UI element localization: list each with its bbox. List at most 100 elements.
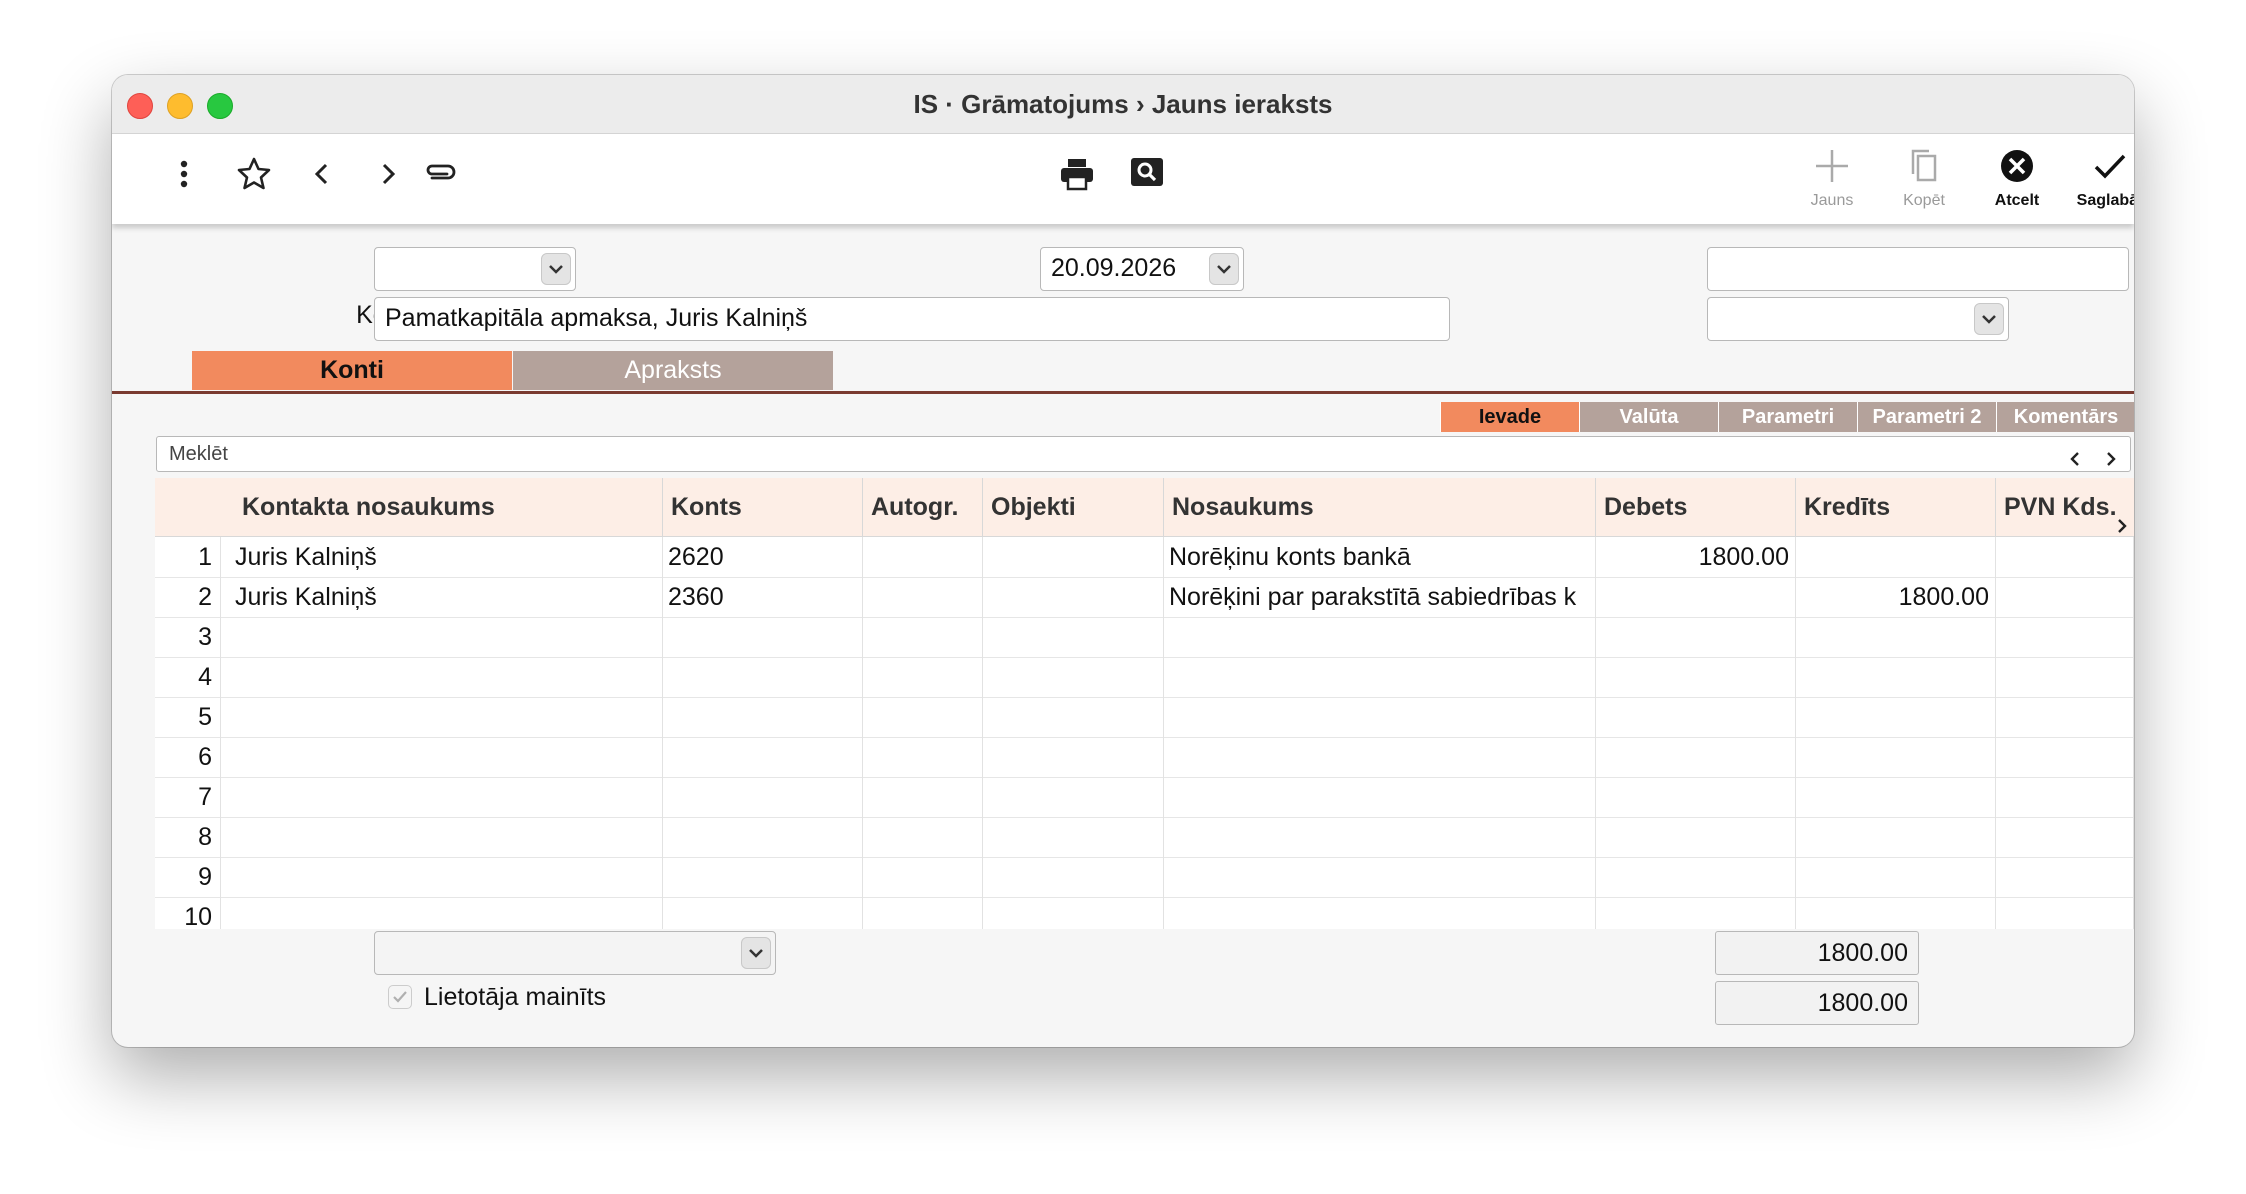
cell-nosaukums[interactable] xyxy=(1164,817,1596,857)
cell-kredits[interactable] xyxy=(1796,737,1996,777)
zoom-window-button[interactable] xyxy=(207,93,233,119)
cell-pvn[interactable] xyxy=(1996,737,2134,777)
cell-contact[interactable]: Juris Kalniņš xyxy=(230,577,663,617)
komentars-input[interactable]: Pamatkapitāla apmaksa, Juris Kalniņš xyxy=(374,297,1450,341)
table-row[interactable]: 3 xyxy=(155,617,2134,658)
cell-konts[interactable] xyxy=(663,657,863,697)
cell-kredits[interactable] xyxy=(1796,537,1996,577)
cell-autogr[interactable] xyxy=(863,737,983,777)
table-row[interactable]: 4 xyxy=(155,657,2134,698)
klase-select[interactable] xyxy=(1707,297,2009,341)
cell-pvn[interactable] xyxy=(1996,817,2134,857)
cell-debets[interactable] xyxy=(1596,577,1796,617)
table-row[interactable]: 9 xyxy=(155,857,2134,898)
cell-nosaukums[interactable] xyxy=(1164,857,1596,897)
star-icon[interactable] xyxy=(234,154,274,194)
cell-autogr[interactable] xyxy=(863,897,983,929)
cell-objekti[interactable] xyxy=(983,737,1164,777)
cell-contact[interactable] xyxy=(230,777,663,817)
cell-contact[interactable] xyxy=(230,697,663,737)
chevron-left-icon[interactable] xyxy=(302,154,342,194)
datums-dropdown-button[interactable] xyxy=(1209,253,1239,285)
cell-konts[interactable] xyxy=(663,697,863,737)
cell-autogr[interactable] xyxy=(863,697,983,737)
search-preview-icon[interactable] xyxy=(1127,154,1167,194)
cell-konts[interactable] xyxy=(663,737,863,777)
cell-objekti[interactable] xyxy=(983,817,1164,857)
cell-kredits[interactable] xyxy=(1796,617,1996,657)
header-kredits[interactable]: Kredīts xyxy=(1796,478,1996,536)
tab-konti[interactable]: Konti xyxy=(192,351,512,390)
subtab-parametri-2[interactable]: Parametri 2 xyxy=(1857,402,1996,432)
subtab-valuta[interactable]: Valūta xyxy=(1579,402,1718,432)
cell-kredits[interactable]: 1800.00 xyxy=(1796,577,1996,617)
datums-field[interactable]: 20.09.2026 xyxy=(1040,247,1244,291)
cell-konts[interactable] xyxy=(663,777,863,817)
cell-debets[interactable] xyxy=(1596,737,1796,777)
tab-apraksts[interactable]: Apraksts xyxy=(513,351,833,390)
cell-konts[interactable]: 2360 xyxy=(663,577,863,617)
cell-autogr[interactable] xyxy=(863,857,983,897)
numurs-select[interactable] xyxy=(374,247,576,291)
cell-autogr[interactable] xyxy=(863,657,983,697)
cell-nosaukums[interactable] xyxy=(1164,737,1596,777)
print-icon[interactable] xyxy=(1057,154,1097,194)
cell-debets[interactable]: 1800.00 xyxy=(1596,537,1796,577)
numurs-dropdown-button[interactable] xyxy=(541,253,571,285)
cell-nosaukums[interactable] xyxy=(1164,897,1596,929)
table-row[interactable]: 8 xyxy=(155,817,2134,858)
save-button[interactable]: Saglabāt xyxy=(2068,146,2134,218)
cell-pvn[interactable] xyxy=(1996,697,2134,737)
cell-konts[interactable] xyxy=(663,817,863,857)
search-input[interactable]: Meklēt xyxy=(156,436,2131,472)
cell-kredits[interactable] xyxy=(1796,697,1996,737)
cell-kredits[interactable] xyxy=(1796,657,1996,697)
user-changed-checkbox[interactable] xyxy=(388,985,412,1009)
cell-debets[interactable] xyxy=(1596,697,1796,737)
cell-nosaukums[interactable] xyxy=(1164,657,1596,697)
klase-dropdown-button[interactable] xyxy=(1974,303,2004,335)
cell-nosaukums[interactable] xyxy=(1164,617,1596,657)
cell-kredits[interactable] xyxy=(1796,817,1996,857)
table-row[interactable]: 2 Juris Kalniņš 2360 Norēķini par parakstīt… xyxy=(155,577,2134,618)
cell-debets[interactable] xyxy=(1596,897,1796,929)
header-pvn[interactable]: PVN Kds. xyxy=(1996,478,2134,536)
more-vertical-icon[interactable] xyxy=(164,154,204,194)
chevron-right-icon[interactable] xyxy=(368,154,408,194)
header-nosaukums[interactable]: Nosaukums xyxy=(1164,478,1596,536)
cell-nosaukums[interactable]: Norēķini par parakstītā sabiedrības k xyxy=(1164,577,1596,617)
subtab-komentars[interactable]: Komentārs xyxy=(1996,402,2134,432)
cell-pvn[interactable] xyxy=(1996,897,2134,929)
cell-konts[interactable] xyxy=(663,617,863,657)
cell-objekti[interactable] xyxy=(983,657,1164,697)
table-row[interactable]: 1 Juris Kalniņš 2620 Norēķinu konts bankā 18… xyxy=(155,537,2134,578)
cell-contact[interactable] xyxy=(230,617,663,657)
cell-contact[interactable] xyxy=(230,857,663,897)
tips-dropdown-button[interactable] xyxy=(741,937,771,969)
cell-nosaukums[interactable] xyxy=(1164,777,1596,817)
cell-contact[interactable]: Juris Kalniņš xyxy=(230,537,663,577)
header-autogr[interactable]: Autogr. xyxy=(863,478,983,536)
cell-nosaukums[interactable] xyxy=(1164,697,1596,737)
cell-pvn[interactable] xyxy=(1996,657,2134,697)
minimize-window-button[interactable] xyxy=(167,93,193,119)
cell-autogr[interactable] xyxy=(863,617,983,657)
header-objekti[interactable]: Objekti xyxy=(983,478,1164,536)
new-button[interactable]: Jauns xyxy=(1790,146,1874,218)
cell-objekti[interactable] xyxy=(983,577,1164,617)
search-next-icon[interactable] xyxy=(2104,445,2118,479)
cell-konts[interactable]: 2620 xyxy=(663,537,863,577)
cell-pvn[interactable] xyxy=(1996,857,2134,897)
table-row[interactable]: 7 xyxy=(155,777,2134,818)
tips-select[interactable] xyxy=(374,931,776,975)
cell-pvn[interactable] xyxy=(1996,577,2134,617)
cell-objekti[interactable] xyxy=(983,617,1164,657)
cell-debets[interactable] xyxy=(1596,617,1796,657)
paperclip-icon[interactable] xyxy=(420,154,464,194)
cell-autogr[interactable] xyxy=(863,577,983,617)
cell-debets[interactable] xyxy=(1596,857,1796,897)
cell-konts[interactable] xyxy=(663,857,863,897)
subtab-parametri[interactable]: Parametri xyxy=(1718,402,1857,432)
cell-autogr[interactable] xyxy=(863,777,983,817)
cell-objekti[interactable] xyxy=(983,897,1164,929)
